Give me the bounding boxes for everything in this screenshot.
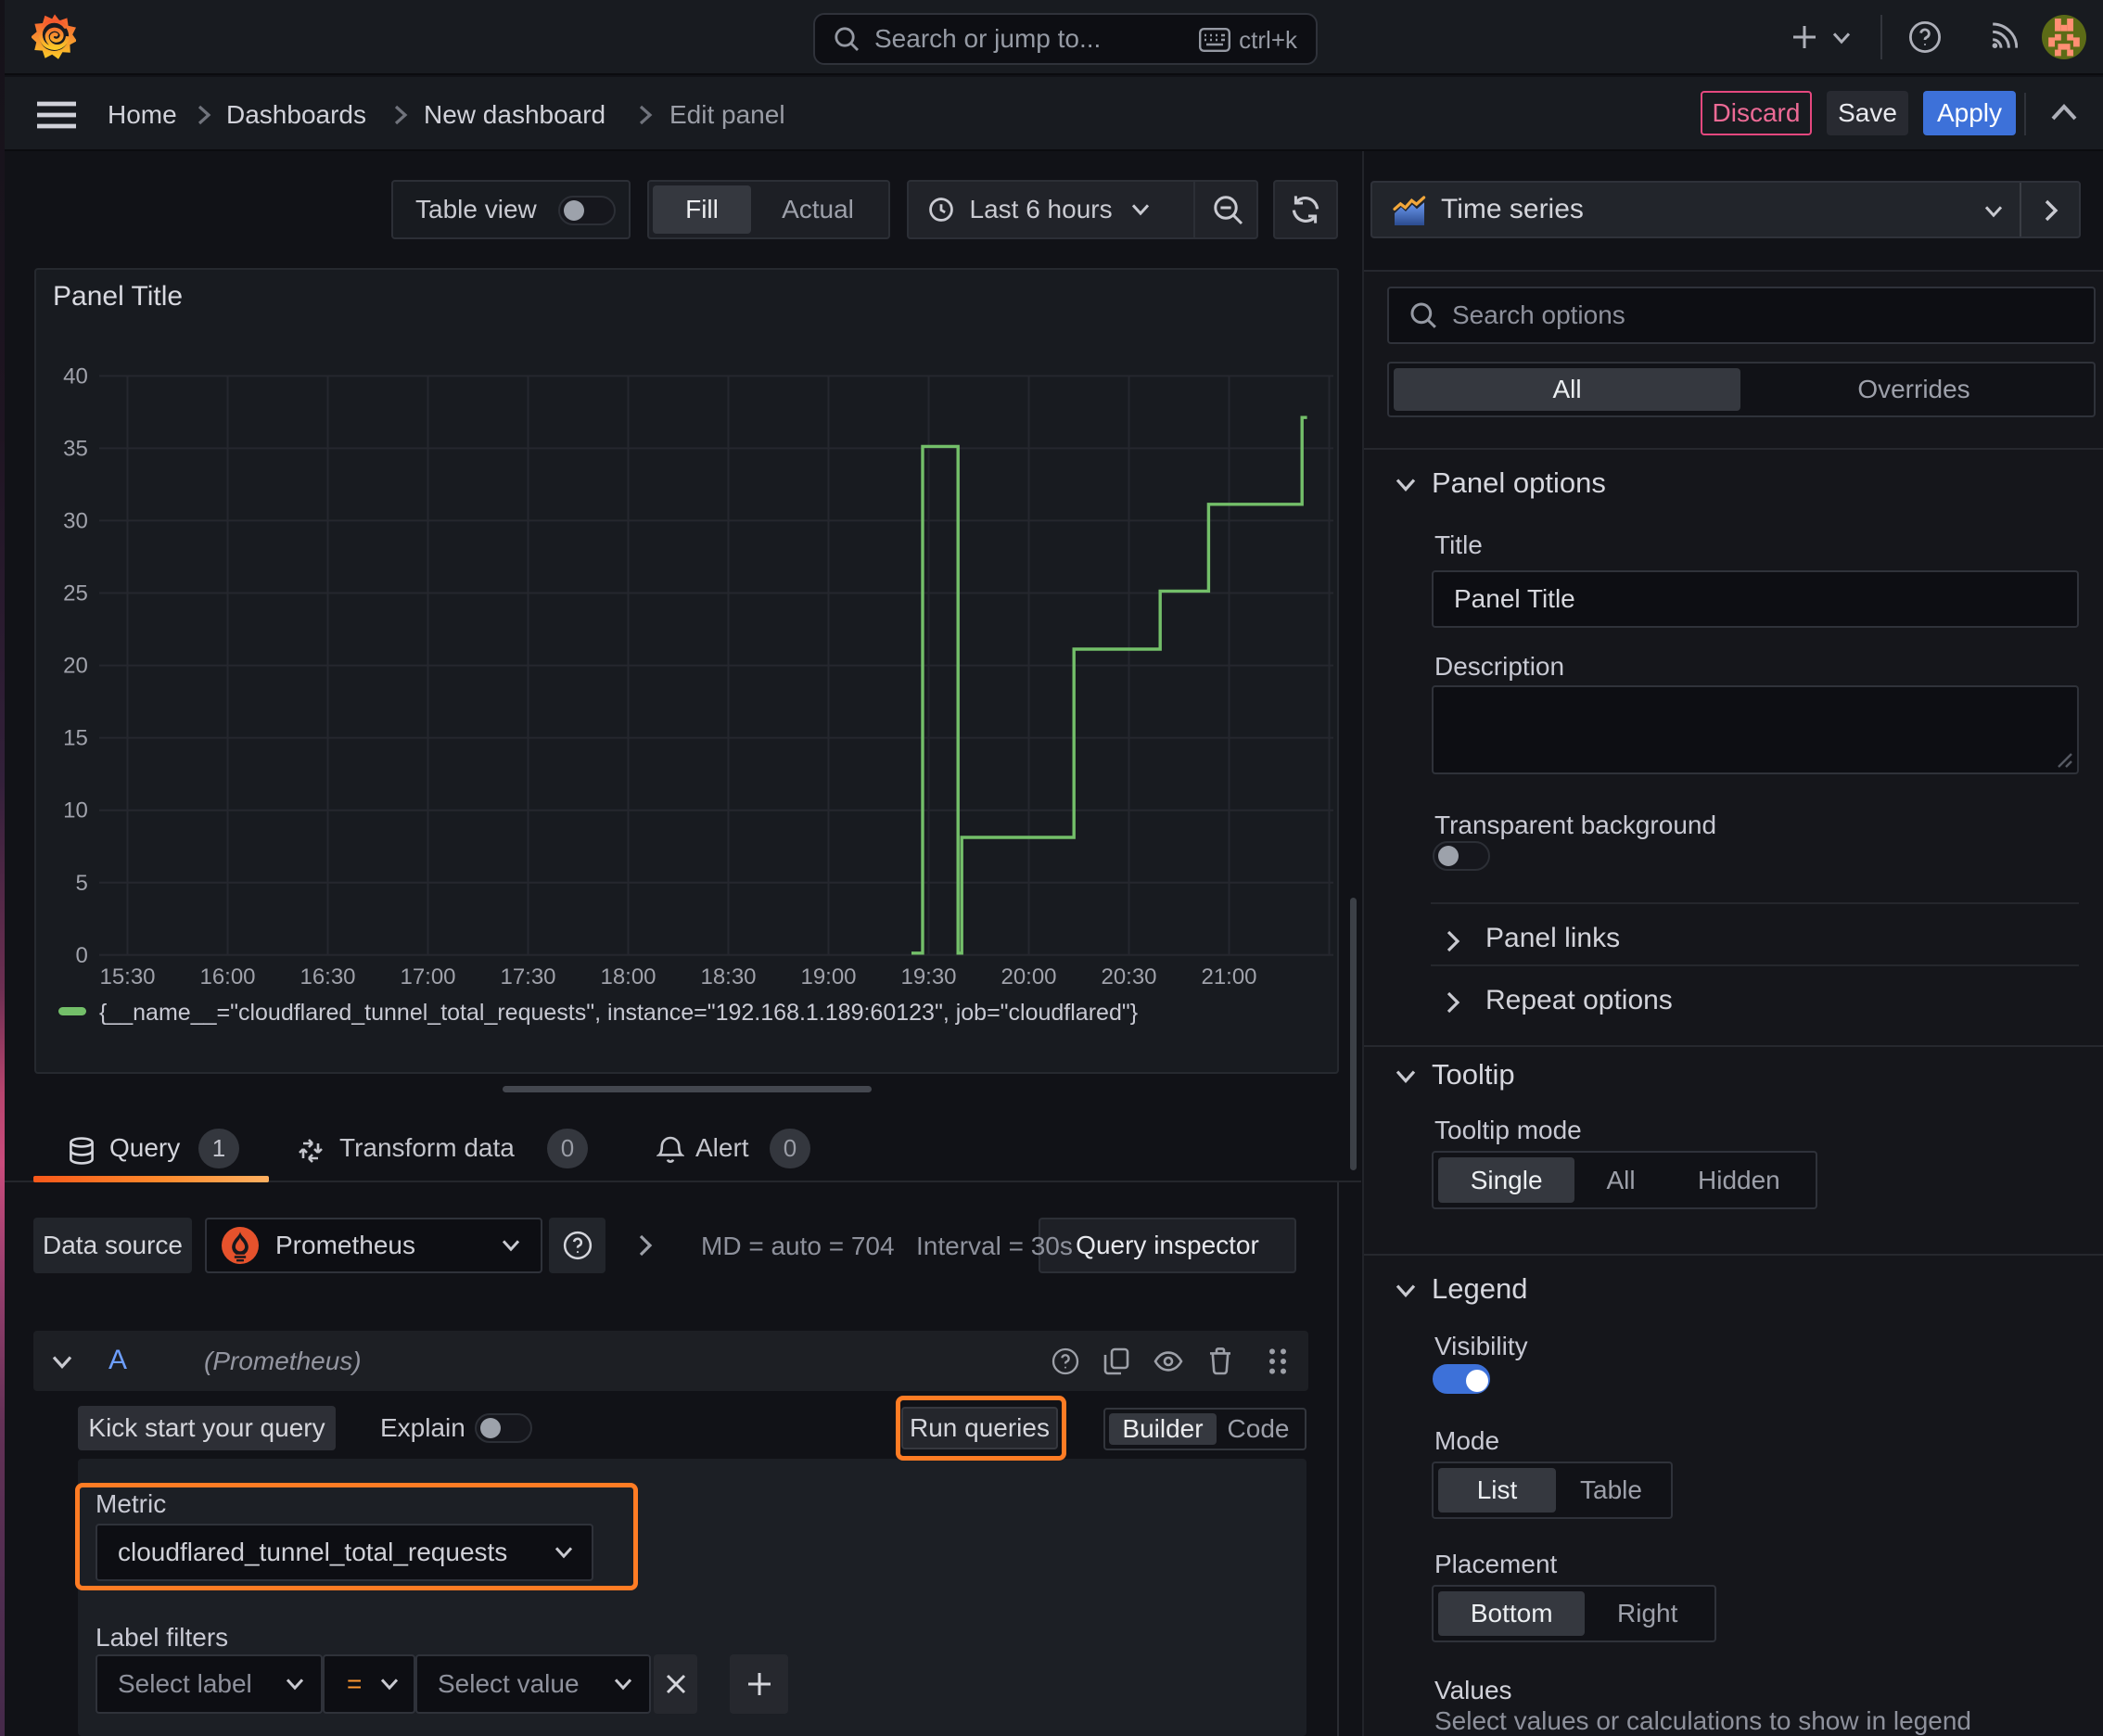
svg-text:15: 15 bbox=[63, 726, 88, 751]
svg-text:20:30: 20:30 bbox=[1101, 964, 1156, 989]
svg-text:40: 40 bbox=[63, 364, 88, 389]
svg-text:17:00: 17:00 bbox=[400, 964, 455, 989]
svg-text:25: 25 bbox=[63, 581, 88, 606]
svg-text:19:00: 19:00 bbox=[800, 964, 856, 989]
svg-text:20:00: 20:00 bbox=[1001, 964, 1056, 989]
svg-text:16:00: 16:00 bbox=[199, 964, 255, 989]
svg-text:0: 0 bbox=[75, 943, 87, 968]
svg-text:16:30: 16:30 bbox=[300, 964, 355, 989]
svg-text:20: 20 bbox=[63, 654, 88, 679]
svg-text:17:30: 17:30 bbox=[500, 964, 555, 989]
svg-text:18:30: 18:30 bbox=[700, 964, 756, 989]
svg-text:19:30: 19:30 bbox=[900, 964, 956, 989]
svg-text:21:00: 21:00 bbox=[1201, 964, 1256, 989]
svg-text:15:30: 15:30 bbox=[99, 964, 155, 989]
svg-text:18:00: 18:00 bbox=[600, 964, 656, 989]
svg-text:5: 5 bbox=[75, 871, 87, 896]
svg-text:35: 35 bbox=[63, 436, 88, 461]
svg-text:30: 30 bbox=[63, 508, 88, 533]
svg-text:10: 10 bbox=[63, 798, 88, 823]
